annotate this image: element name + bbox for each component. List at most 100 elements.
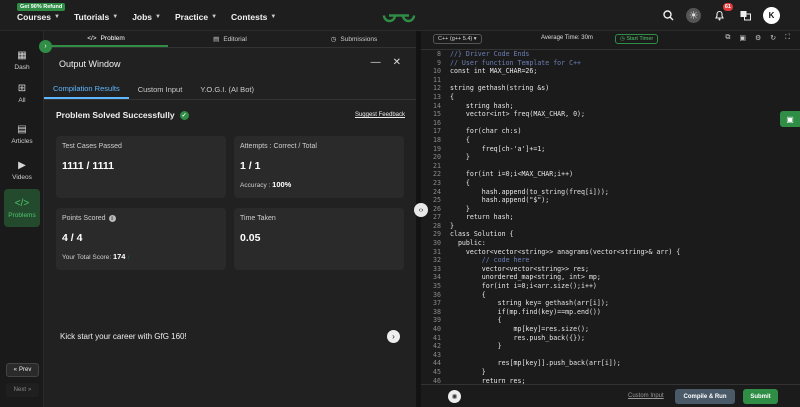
- code-line[interactable]: [450, 351, 680, 360]
- nav-tutorials[interactable]: Tutorials ▼: [74, 12, 118, 22]
- sidebar-item-label: Problems: [8, 211, 36, 219]
- code-line[interactable]: res[mp[key]].push_back(arr[i]);: [450, 359, 680, 368]
- panel-resize-handle[interactable]: ‹›: [414, 203, 428, 217]
- sidebar-item-label: Articles: [11, 137, 33, 145]
- code-line[interactable]: {: [450, 179, 680, 188]
- copy-alt-icon[interactable]: ▣: [739, 34, 746, 42]
- line-number: 40: [433, 325, 441, 333]
- avatar[interactable]: K: [763, 7, 780, 24]
- code-line[interactable]: class Solution {: [450, 230, 680, 239]
- search-icon[interactable]: [660, 8, 676, 24]
- code-line[interactable]: hash.append(to_string(freq[i]));: [450, 188, 680, 197]
- code-line[interactable]: [450, 162, 680, 171]
- code-line[interactable]: vector<vector<string>> res;: [450, 265, 680, 274]
- line-number: 30: [433, 239, 441, 248]
- sidebar-item-dash[interactable]: ▦ Dash: [4, 43, 40, 77]
- compile-run-button[interactable]: Compile & Run: [675, 389, 735, 404]
- code-line[interactable]: {: [450, 291, 680, 300]
- code-editor-panel: C++ (g++ 5.4) ▾ Average Time: 30m ◷ Star…: [421, 31, 800, 407]
- nav-contests[interactable]: Contests ▼: [231, 12, 276, 22]
- tab-yogi-ai-bot[interactable]: Y.O.G.I. (AI Bot): [191, 80, 263, 99]
- reset-icon[interactable]: ↻: [770, 34, 776, 42]
- nav-jobs[interactable]: Jobs ▼: [132, 12, 161, 22]
- minimize-icon[interactable]: —: [371, 57, 381, 68]
- settings-icon[interactable]: ⚙: [755, 34, 761, 42]
- next-button[interactable]: Next»: [6, 383, 39, 397]
- code-line[interactable]: unordered_map<string, int> mp;: [450, 273, 680, 282]
- code-line[interactable]: vector<int> freq(MAX_CHAR, 0);: [450, 110, 680, 119]
- attempts-value: 1 / 1: [240, 160, 261, 172]
- prev-button[interactable]: «Prev: [6, 363, 39, 377]
- language-select[interactable]: C++ (g++ 5.4) ▾: [433, 34, 482, 44]
- fullscreen-icon[interactable]: ⛶: [785, 34, 790, 42]
- code-line[interactable]: vector<vector<string>> anagrams(vector<s…: [450, 248, 680, 257]
- copy-icon[interactable]: ⧉: [725, 34, 730, 42]
- expand-panel-icon[interactable]: ›: [39, 40, 52, 53]
- sidebar-item-problems[interactable]: </> Problems: [4, 189, 40, 227]
- gfg-logo-icon[interactable]: [382, 8, 416, 28]
- code-line[interactable]: {: [450, 93, 680, 102]
- custom-input-link[interactable]: Custom Input: [628, 393, 664, 399]
- code-line[interactable]: mp[key]=res.size();: [450, 325, 680, 334]
- close-icon[interactable]: ✕: [393, 57, 401, 68]
- line-number: 42: [433, 342, 441, 351]
- theme-toggle-icon[interactable]: ☀: [686, 8, 701, 23]
- line-number: 17: [433, 127, 441, 136]
- code-line[interactable]: string key= gethash(arr[i]);: [450, 299, 680, 308]
- sidebar-item-all[interactable]: ⊞ All: [4, 76, 40, 110]
- submit-button[interactable]: Submit: [743, 389, 778, 404]
- code-area[interactable]: 8 9 10 11 12 13 14 15 16 17 18 19 20 21 22 23 24 25 26 27 28…: [421, 49, 800, 393]
- sidebar-item-videos[interactable]: ▶ Videos: [4, 153, 40, 187]
- sidebar-item-articles[interactable]: ▤ Articles: [4, 117, 40, 151]
- nav-practice[interactable]: Practice ▼: [175, 12, 217, 22]
- output-tabs: Compilation Results Custom Input Y.O.G.I…: [44, 80, 416, 100]
- code-line[interactable]: [450, 76, 680, 85]
- code-line[interactable]: string hash;: [450, 102, 680, 111]
- refund-badge[interactable]: Get 90% Refund: [17, 3, 66, 11]
- code-line[interactable]: hash.append("$");: [450, 196, 680, 205]
- career-promo-text[interactable]: Kick start your career with GfG 160!: [60, 332, 187, 341]
- editor-toolbar: C++ (g++ 5.4) ▾ Average Time: 30m ◷ Star…: [421, 31, 800, 47]
- tab-problem[interactable]: </> Problem: [44, 31, 168, 47]
- code-line[interactable]: string gethash(string &s): [450, 84, 680, 93]
- line-number: 28: [433, 221, 441, 230]
- code-line[interactable]: for(char ch:s): [450, 127, 680, 136]
- suggest-feedback-link[interactable]: Suggest Feedback: [355, 112, 405, 118]
- code-line[interactable]: {: [450, 316, 680, 325]
- code-line[interactable]: res.push_back({});: [450, 334, 680, 343]
- code-line[interactable]: freq[ch-'a']+=1;: [450, 145, 680, 154]
- code-line[interactable]: public:: [450, 239, 680, 248]
- code-line[interactable]: }: [450, 222, 680, 231]
- lightbulb-icon[interactable]: ✺: [448, 390, 461, 403]
- notification-bell-icon[interactable]: 61: [711, 2, 733, 24]
- code-line[interactable]: {: [450, 136, 680, 145]
- code-text[interactable]: //} Driver Code Ends// User function Tem…: [450, 50, 680, 394]
- code-line[interactable]: }: [450, 342, 680, 351]
- code-line[interactable]: }: [450, 368, 680, 377]
- code-line[interactable]: const int MAX_CHAR=26;: [450, 67, 680, 76]
- tab-custom-input[interactable]: Custom Input: [129, 80, 192, 99]
- code-line[interactable]: }: [450, 153, 680, 162]
- translate-icon[interactable]: [737, 8, 753, 24]
- code-line[interactable]: return hash;: [450, 213, 680, 222]
- tab-compilation-results[interactable]: Compilation Results: [44, 80, 129, 99]
- code-line[interactable]: }: [450, 205, 680, 214]
- code-line[interactable]: for(int i=0;i<arr.size();i++): [450, 282, 680, 291]
- code-line[interactable]: for(int i=0;i<MAX_CHAR;i++): [450, 170, 680, 179]
- code-line[interactable]: //} Driver Code Ends: [450, 50, 680, 59]
- tab-editorial[interactable]: ▤ Editorial: [168, 31, 292, 47]
- code-line[interactable]: if(mp.find(key)==mp.end()): [450, 308, 680, 317]
- chevron-right-icon[interactable]: ›: [387, 330, 400, 343]
- start-timer-button[interactable]: ◷ Start Timer: [615, 34, 659, 44]
- nav-courses[interactable]: Courses ▼: [17, 12, 60, 22]
- info-icon[interactable]: i: [108, 215, 116, 222]
- code-line[interactable]: // User function Template for C++: [450, 59, 680, 68]
- output-window: Output Window — ✕ Compilation Results Cu…: [44, 48, 416, 407]
- dashboard-icon: ▦: [17, 49, 27, 61]
- line-number: 31: [433, 247, 441, 256]
- chat-icon[interactable]: ▣: [780, 111, 800, 127]
- code-line[interactable]: [450, 119, 680, 128]
- tab-submissions[interactable]: ◷ Submissions: [292, 31, 416, 47]
- line-number: 32: [433, 256, 441, 265]
- code-line[interactable]: // code here: [450, 256, 680, 265]
